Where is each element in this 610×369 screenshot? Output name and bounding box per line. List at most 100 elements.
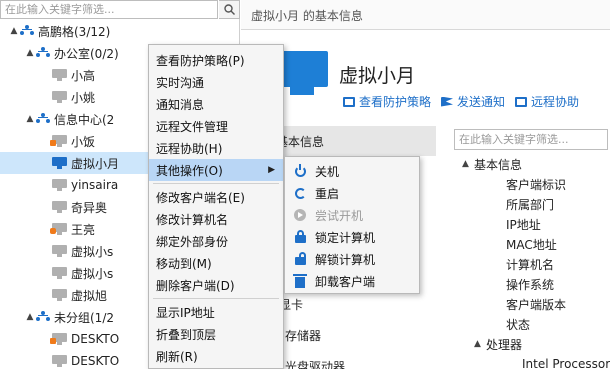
property-row[interactable]: 所属部门 [494, 194, 554, 214]
tree-node[interactable]: 虚拟小s [40, 262, 113, 284]
send-notice-link[interactable]: 发送通知 [441, 93, 505, 110]
tree-search-input[interactable] [1, 1, 217, 18]
property-row[interactable]: ▲ 基本信息 [462, 154, 522, 174]
search-button[interactable] [219, 0, 240, 19]
tree-node[interactable]: 小饭 [40, 130, 95, 152]
context-menu-item[interactable]: 修改计算机名 [149, 208, 283, 230]
tree-node[interactable]: DESKTO [40, 350, 119, 369]
tree-node[interactable]: ▲ 信息中心(2 [24, 108, 115, 130]
property-row[interactable]: Intel Processor [510, 354, 610, 369]
property-label: 计算机名 [506, 257, 555, 272]
other-actions-submenu: 关机 重启 尝试开机 锁定计算机 解锁计算机 卸载客户端 [284, 156, 420, 294]
monitor-icon [515, 96, 528, 107]
restart-icon [285, 187, 315, 199]
tree-node[interactable]: 王亮 [40, 218, 95, 240]
property-row[interactable]: 操作系统 [494, 274, 554, 294]
submenu-item[interactable]: 关机 [285, 160, 419, 182]
expand-arrow-icon[interactable]: ▲ [24, 48, 36, 58]
submenu-item[interactable]: 解锁计算机 [285, 248, 419, 270]
tree-node[interactable]: 小高 [40, 64, 95, 86]
computer-offline-icon [52, 289, 67, 301]
submenu-item[interactable]: 卸载客户端 [285, 270, 419, 292]
computer-offline-icon [52, 179, 67, 191]
power-icon-shape [294, 163, 306, 177]
expand-arrow-icon[interactable]: ▲ [8, 26, 20, 36]
context-menu-item[interactable]: 修改客户端名(E) [149, 186, 283, 208]
expand-arrow-icon[interactable]: ▲ [24, 114, 36, 124]
menu-item-label: 其他操作(O) [156, 163, 223, 178]
tree-node-label: 奇异奥 [71, 200, 108, 215]
property-row[interactable]: 客户端版本 [494, 294, 566, 314]
tree-node-label: DESKTO [71, 332, 120, 346]
context-menu-item[interactable]: 显示IP地址 [149, 301, 283, 323]
expand-arrow-icon[interactable]: ▲ [474, 339, 486, 349]
context-menu-item[interactable]: 删除客户端(D) [149, 274, 283, 296]
computer-locked-icon [50, 223, 67, 235]
context-menu-item[interactable]: 绑定外部身份 [149, 230, 283, 252]
remote-assist-link[interactable]: 远程协助 [515, 93, 579, 110]
fragment-optical-drive: 光盘驱动器 [285, 360, 346, 369]
context-menu-item[interactable]: 通知消息 [149, 93, 283, 115]
power-icon [285, 163, 315, 177]
tree-node-label: 未分组(1/2 [54, 310, 114, 325]
computer-warning-icon [50, 135, 67, 147]
org-icon [36, 311, 50, 323]
tree-node-label: yinsaira [71, 178, 119, 192]
context-menu-item[interactable]: 远程协助(H) [149, 137, 283, 159]
menu-item-label: 删除客户端(D) [156, 278, 235, 293]
context-menu-item[interactable]: 实时沟通 [149, 71, 283, 93]
tree-node-label: 小高 [71, 68, 96, 83]
menu-item-label: 实时沟通 [156, 75, 205, 90]
property-row[interactable]: IP地址 [494, 214, 541, 234]
menu-item-label: 通知消息 [156, 97, 205, 112]
org-icon [36, 47, 50, 59]
submenu-item-label: 解锁计算机 [315, 252, 376, 267]
submenu-item-label: 锁定计算机 [315, 230, 376, 245]
property-row[interactable]: 计算机名 [494, 254, 554, 274]
property-label: MAC地址 [506, 237, 557, 252]
property-row[interactable]: 客户端标识 [494, 174, 566, 194]
context-menu-item[interactable]: 刷新(R) [149, 345, 283, 367]
menu-item-label: 修改客户端名(E) [156, 190, 245, 205]
tree-node[interactable]: ▲ 高鹏格(3/12) [8, 20, 111, 42]
expand-arrow-icon[interactable]: ▲ [462, 159, 474, 169]
org-icon [36, 113, 50, 125]
tree-node[interactable]: 小姚 [40, 86, 95, 108]
property-search-input[interactable] [455, 130, 607, 149]
menu-item-label: 查看防护策略(P) [156, 53, 245, 68]
tree-node[interactable]: 虚拟小s [40, 240, 113, 262]
tree-node[interactable]: DESKTO [40, 328, 119, 350]
property-row[interactable]: ▲ 处理器 [474, 334, 522, 354]
tree-node[interactable]: ▲ 办公室(0/2) [24, 42, 119, 64]
tree-node-label: 办公室(0/2) [54, 46, 119, 61]
submenu-item-label: 关机 [315, 164, 340, 179]
submenu-item[interactable]: 锁定计算机 [285, 226, 419, 248]
tree-node[interactable]: yinsaira [40, 174, 118, 196]
submenu-item[interactable]: 重启 [285, 182, 419, 204]
tree-node[interactable]: 虚拟旭 [40, 284, 107, 306]
context-menu-item[interactable]: 移动到(M) [149, 252, 283, 274]
tree-node-label: 虚拟小s [71, 244, 114, 259]
property-row[interactable]: MAC地址 [494, 234, 557, 254]
property-label: 客户端标识 [506, 177, 567, 192]
context-menu-item[interactable]: 远程文件管理 [149, 115, 283, 137]
computer-name: 虚拟小月 [339, 65, 416, 87]
expand-arrow-icon[interactable]: ▲ [24, 312, 36, 322]
computer-warning-icon [50, 333, 67, 345]
context-menu-item[interactable]: 查看防护策略(P) [149, 49, 283, 71]
tree-node[interactable]: 奇异奥 [40, 196, 107, 218]
property-row[interactable]: 状态 [494, 314, 530, 334]
details-title: 虚拟小月 的基本信息 [251, 9, 363, 23]
tree-search-box[interactable] [0, 0, 218, 19]
view-policy-link[interactable]: 查看防护策略 [343, 93, 431, 110]
unlock-icon [285, 252, 315, 265]
context-menu-item[interactable]: 折叠到顶层 [149, 323, 283, 345]
property-label: 客户端版本 [506, 297, 567, 312]
tree-node-label: 王亮 [71, 222, 96, 237]
tree-node[interactable]: ▲ 未分组(1/2 [24, 306, 114, 328]
menu-item-label: 刷新(R) [156, 349, 198, 364]
menu-item-label: 远程协助(H) [156, 141, 223, 156]
context-menu-item[interactable]: 其他操作(O) ▶ [149, 159, 283, 181]
tree-node-label: 虚拟旭 [71, 288, 108, 303]
property-search-box[interactable] [454, 129, 608, 150]
